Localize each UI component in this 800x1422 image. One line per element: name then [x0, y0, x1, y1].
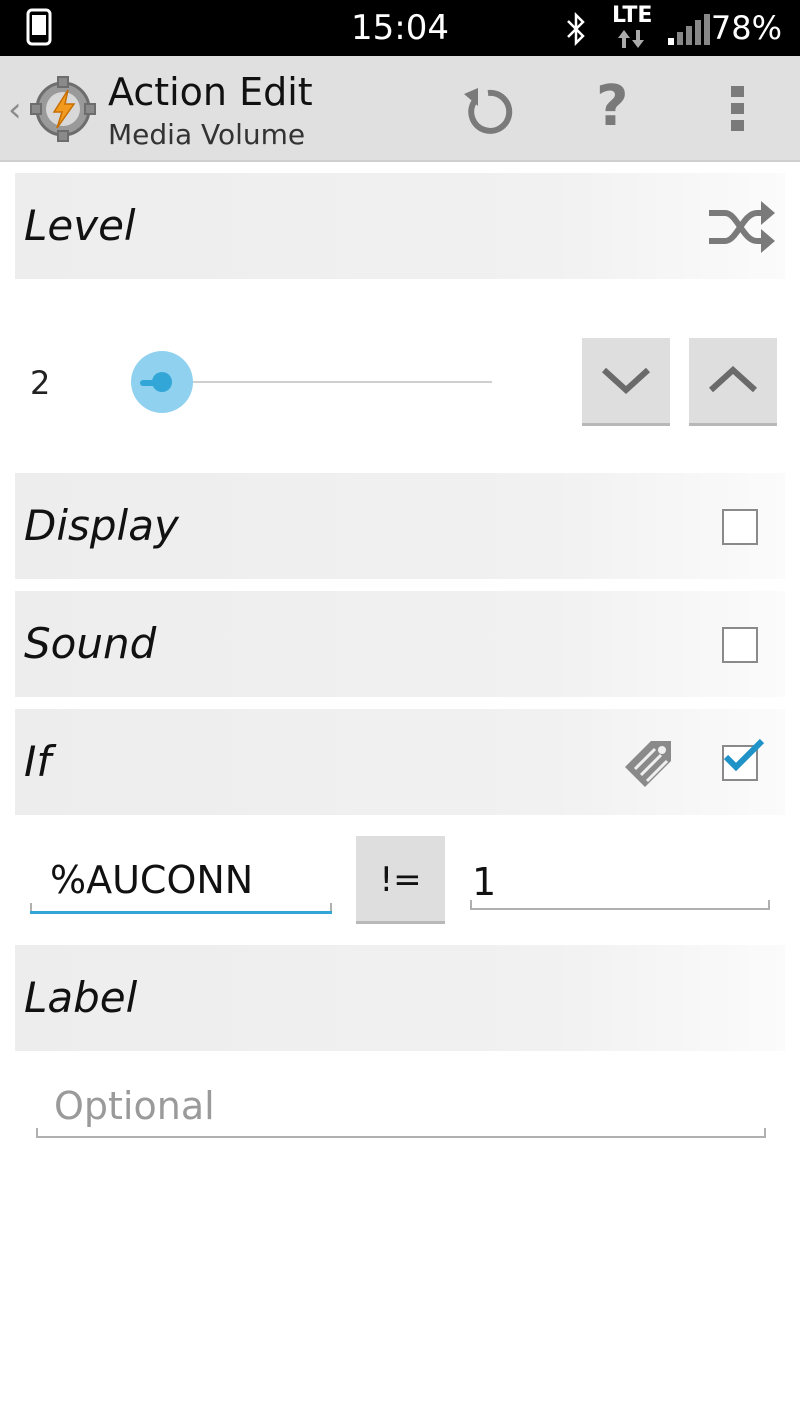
- bluetooth-icon: [565, 11, 587, 51]
- overflow-menu-icon[interactable]: [728, 84, 748, 139]
- network-type: LTE: [612, 3, 653, 28]
- label-section-header: Label: [15, 945, 785, 1051]
- back-chevron-icon[interactable]: ‹: [8, 90, 22, 130]
- action-bar: ‹ Action Edit Media Volume ?: [0, 56, 800, 162]
- field-tick: [768, 900, 770, 908]
- decrease-button[interactable]: [582, 338, 670, 426]
- signal-icon: [666, 12, 712, 51]
- sound-checkbox[interactable]: [722, 627, 758, 663]
- level-value: 2: [30, 364, 51, 402]
- tasker-app-icon[interactable]: [30, 76, 96, 147]
- field-tick: [330, 903, 332, 911]
- sound-label: Sound: [24, 619, 157, 668]
- help-icon[interactable]: ?: [596, 74, 628, 139]
- field-tick: [470, 900, 472, 908]
- data-arrows-icon: [616, 28, 646, 55]
- tag-edit-icon[interactable]: [621, 731, 683, 798]
- label-label: Label: [24, 973, 138, 1022]
- if-compare-value: 1: [472, 860, 497, 904]
- display-checkbox[interactable]: [722, 509, 758, 545]
- if-label: If: [24, 737, 52, 786]
- field-tick: [36, 1128, 38, 1136]
- if-section: If: [15, 709, 785, 815]
- if-variable-value: %AUCONN: [50, 858, 254, 902]
- checkmark-icon: [723, 738, 765, 772]
- slider-thumb[interactable]: [152, 372, 172, 392]
- field-tick: [764, 1128, 766, 1136]
- display-section: Display: [15, 473, 785, 579]
- sound-section: Sound: [15, 591, 785, 697]
- level-section-header: Level: [15, 173, 785, 279]
- undo-icon[interactable]: [460, 84, 516, 145]
- slider-track[interactable]: [150, 381, 492, 383]
- if-checkbox[interactable]: [722, 738, 765, 781]
- page-subtitle: Media Volume: [108, 118, 306, 151]
- if-variable-field[interactable]: %AUCONN: [30, 852, 332, 914]
- status-bar: 15:04 LTE 78%: [0, 0, 800, 56]
- shuffle-icon[interactable]: [707, 199, 777, 260]
- display-label: Display: [24, 501, 179, 550]
- chevron-up-icon: [708, 365, 758, 393]
- operator-button[interactable]: !=: [356, 836, 445, 924]
- field-tick: [30, 903, 32, 911]
- label-input-placeholder: Optional: [54, 1084, 215, 1128]
- level-label: Level: [24, 201, 136, 250]
- page-title: Action Edit: [108, 70, 313, 114]
- if-compare-field[interactable]: 1: [470, 852, 770, 910]
- battery-level: 78%: [710, 9, 782, 47]
- increase-button[interactable]: [689, 338, 777, 426]
- label-input[interactable]: Optional: [36, 1076, 766, 1138]
- chevron-down-icon: [601, 367, 651, 395]
